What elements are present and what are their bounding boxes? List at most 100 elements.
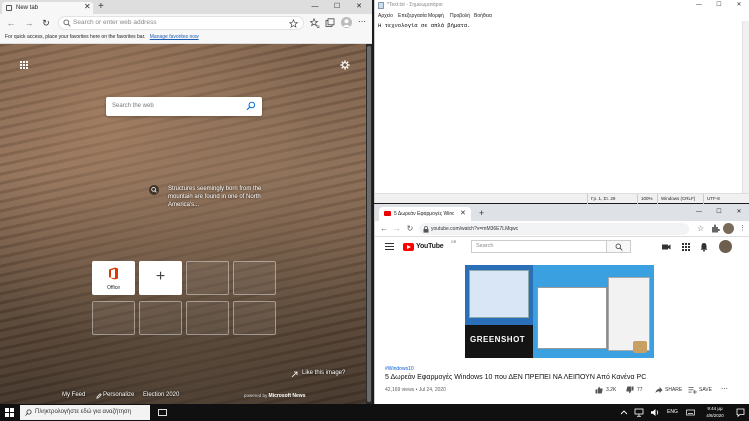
refresh-button[interactable]: ↻	[40, 17, 52, 29]
notifications-bell-icon[interactable]	[699, 242, 709, 252]
menu-help[interactable]: Βοήθεια	[474, 11, 492, 21]
more-actions-icon[interactable]: ⋯	[721, 385, 728, 395]
maximize-button[interactable]: ☐	[709, 0, 729, 11]
input-language[interactable]: ENG	[667, 404, 678, 421]
gear-icon[interactable]	[340, 60, 350, 70]
forward-button[interactable]: →	[392, 223, 402, 235]
video-title: 5 Δωρεάν Εφαρμογές Windows 10 που ΔΕΝ ΠΡ…	[385, 374, 647, 381]
share-icon[interactable]	[655, 386, 663, 394]
youtube-wordmark[interactable]: YouTube	[416, 241, 444, 253]
status-encoding: UTF-8	[703, 194, 720, 204]
like-thumb-icon[interactable]	[595, 386, 603, 394]
notepad-text-area[interactable]: Η τεχνολογία σε απλά βήματα.	[378, 22, 470, 29]
refresh-button[interactable]: ↻	[405, 223, 415, 235]
windows-start-icon[interactable]	[5, 408, 14, 417]
back-button[interactable]: ←	[379, 223, 389, 235]
network-icon[interactable]	[634, 408, 644, 417]
back-button[interactable]: ←	[5, 17, 17, 29]
tile-label: Office	[107, 285, 120, 291]
address-bar[interactable]: Search or enter web address	[58, 16, 304, 30]
search-icon	[25, 409, 32, 416]
scrollbar-thumb[interactable]	[367, 46, 371, 402]
volume-icon[interactable]	[650, 408, 660, 417]
election-2020-link[interactable]: Election 2020	[143, 392, 179, 398]
favorites-icon[interactable]	[310, 18, 320, 28]
minimize-button[interactable]: —	[689, 0, 709, 11]
web-search-box[interactable]: Search the web	[106, 97, 262, 116]
search-icon[interactable]	[246, 101, 256, 111]
notepad-scrollbar[interactable]	[742, 21, 749, 193]
like-count[interactable]: 3.2K	[606, 385, 616, 395]
youtube-search-button[interactable]	[607, 240, 631, 253]
minimize-button[interactable]: —	[304, 0, 326, 14]
maximize-button[interactable]: ☐	[709, 204, 729, 221]
notification-center-icon[interactable]	[736, 408, 745, 417]
menu-dots-icon[interactable]: ⋮	[739, 223, 746, 235]
menu-edit[interactable]: Επεξεργασία	[398, 11, 427, 21]
extensions-puzzle-icon[interactable]	[711, 224, 720, 233]
create-video-icon[interactable]	[661, 242, 671, 252]
omnibox[interactable]: youtube.com/watch?v=mM36E7LMqwc	[419, 223, 689, 235]
taskbar-search-box[interactable]: Πληκτρολογήστε εδώ για αναζήτηση	[20, 405, 150, 420]
task-view-icon[interactable]	[158, 409, 167, 416]
profile-avatar[interactable]	[723, 223, 734, 234]
empty-tile	[233, 301, 276, 335]
collections-icon[interactable]	[325, 18, 335, 28]
personalize-link[interactable]: Personalize	[103, 392, 134, 398]
tile-office[interactable]: Office	[92, 261, 135, 295]
close-window-button[interactable]: ✕	[348, 0, 370, 14]
youtube-logo-icon[interactable]	[403, 243, 414, 251]
status-line-ending: Windows (CRLF)	[657, 194, 695, 204]
bookmark-star-icon[interactable]: ☆	[697, 223, 704, 235]
chrome-tab-title: 5 Δωρεάν Εφαρμογές Wind	[394, 211, 454, 217]
like-image-link[interactable]: Like this image?	[302, 370, 345, 376]
youtube-avatar[interactable]	[719, 240, 732, 253]
close-tab-icon[interactable]: ✕	[460, 207, 466, 221]
close-tab-icon[interactable]: ✕	[84, 2, 91, 12]
image-info-icon[interactable]	[149, 185, 159, 195]
youtube-region: GR	[451, 240, 457, 244]
apps-grid-icon[interactable]	[681, 242, 691, 252]
add-site-tile[interactable]: +	[139, 261, 182, 295]
web-search-placeholder: Search the web	[112, 103, 154, 109]
forward-button[interactable]: →	[23, 17, 35, 29]
new-tab-button[interactable]: +	[479, 205, 484, 221]
system-clock[interactable]: 9:44 μμ 4/8/2020	[700, 406, 730, 419]
image-caption[interactable]: Structures seemingly born from the mount…	[168, 185, 268, 209]
favbar-text: For quick access, place your favorites h…	[5, 34, 146, 40]
maximize-button[interactable]: ☐	[326, 0, 348, 14]
new-tab-button[interactable]: +	[98, 0, 104, 14]
youtube-search-input[interactable]: Search	[471, 240, 607, 253]
edge-tab-new-tab[interactable]: New tab ✕	[2, 2, 93, 14]
page-icon	[6, 5, 12, 11]
apps-grid-icon[interactable]	[20, 61, 28, 69]
dislike-count[interactable]: 77	[637, 385, 643, 395]
edge-scrollbar[interactable]	[366, 44, 372, 404]
manage-favorites-link[interactable]: Manage favorites now	[150, 34, 199, 40]
settings-more-icon[interactable]: ⋯	[358, 16, 366, 28]
chrome-tabbar: 5 Δωρεάν Εφαρμογές Wind ✕ + — ☐ ✕	[375, 204, 749, 221]
my-feed-link[interactable]: My Feed	[62, 392, 85, 398]
close-window-button[interactable]: ✕	[729, 0, 749, 11]
lock-icon	[423, 226, 429, 233]
chrome-tab-youtube[interactable]: 5 Δωρεάν Εφαρμογές Wind ✕	[379, 207, 471, 221]
save-playlist-icon[interactable]	[688, 386, 697, 394]
keyboard-icon[interactable]	[686, 408, 695, 417]
notepad-menubar: Αρχείο Επεξεργασία Μορφή Προβολή Βοήθεια	[375, 11, 749, 21]
minimize-button[interactable]: —	[689, 204, 709, 221]
clock-date: 4/8/2020	[706, 412, 724, 418]
favorite-star-icon[interactable]	[289, 19, 298, 28]
close-window-button[interactable]: ✕	[729, 204, 749, 221]
profile-avatar[interactable]	[341, 17, 352, 28]
menu-file[interactable]: Αρχείο	[378, 11, 393, 21]
youtube-search-placeholder: Search	[476, 243, 494, 249]
menu-format[interactable]: Μορφή	[428, 11, 444, 21]
video-player[interactable]: GREENSHOT	[465, 265, 654, 358]
hamburger-menu-icon[interactable]	[385, 243, 394, 250]
save-button[interactable]: SAVE	[699, 385, 712, 395]
show-hidden-icons-icon[interactable]	[620, 409, 628, 416]
dislike-thumb-icon[interactable]	[626, 386, 634, 394]
share-button[interactable]: SHARE	[665, 385, 682, 395]
hashtag-link[interactable]: #Windows10	[385, 366, 414, 372]
menu-view[interactable]: Προβολή	[450, 11, 470, 21]
